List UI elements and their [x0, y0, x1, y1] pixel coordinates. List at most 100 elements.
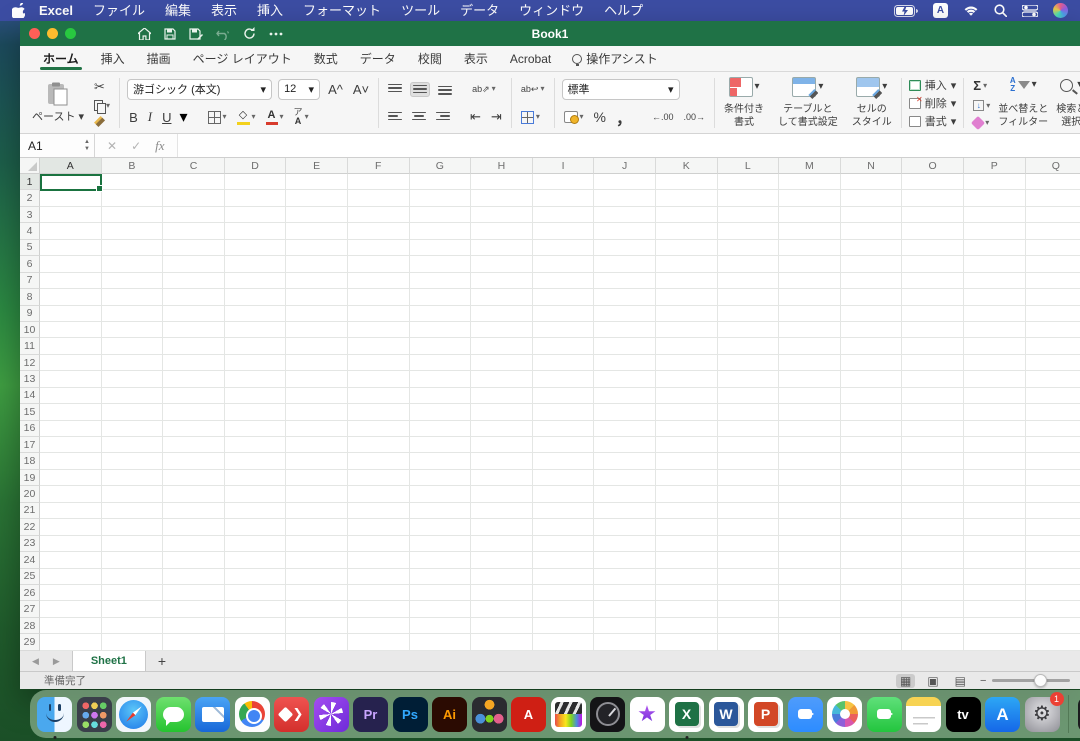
cell-styles-button[interactable]: ▾ セルのスタイル [850, 76, 894, 130]
cell-O4[interactable] [902, 223, 964, 239]
align-top-button[interactable] [386, 83, 404, 96]
cell-L13[interactable] [718, 371, 780, 387]
cell-J7[interactable] [594, 273, 656, 289]
cell-E19[interactable] [286, 470, 348, 486]
cell-M10[interactable] [779, 322, 841, 338]
cell-A13[interactable] [40, 371, 102, 387]
row-header-3[interactable]: 3 [20, 207, 40, 223]
cell-Q27[interactable] [1026, 601, 1080, 617]
cell-M15[interactable] [779, 404, 841, 420]
cell-P27[interactable] [964, 601, 1026, 617]
cell-M17[interactable] [779, 437, 841, 453]
cell-Q13[interactable] [1026, 371, 1080, 387]
cell-Q24[interactable] [1026, 552, 1080, 568]
spotlight-search-icon[interactable] [994, 4, 1007, 17]
cell-F4[interactable] [348, 223, 410, 239]
cell-D5[interactable] [225, 240, 287, 256]
cell-N25[interactable] [841, 569, 903, 585]
cell-D24[interactable] [225, 552, 287, 568]
cell-J18[interactable] [594, 453, 656, 469]
dock-item-photoshop[interactable]: Ps [392, 696, 429, 733]
dock-item-imovie[interactable]: ★ [629, 696, 666, 733]
cell-J9[interactable] [594, 306, 656, 322]
cell-B2[interactable] [102, 190, 164, 206]
cell-J6[interactable] [594, 256, 656, 272]
column-header-F[interactable]: F [348, 158, 410, 174]
cell-H4[interactable] [471, 223, 533, 239]
cell-I12[interactable] [533, 355, 595, 371]
cell-C16[interactable] [163, 421, 225, 437]
cell-O12[interactable] [902, 355, 964, 371]
cell-H21[interactable] [471, 503, 533, 519]
cell-M26[interactable] [779, 585, 841, 601]
cell-K6[interactable] [656, 256, 718, 272]
cell-P6[interactable] [964, 256, 1026, 272]
cell-F5[interactable] [348, 240, 410, 256]
cell-K27[interactable] [656, 601, 718, 617]
cell-J27[interactable] [594, 601, 656, 617]
cell-K19[interactable] [656, 470, 718, 486]
cell-F14[interactable] [348, 388, 410, 404]
cell-K1[interactable] [656, 174, 718, 190]
cell-L15[interactable] [718, 404, 780, 420]
cell-G16[interactable] [410, 421, 472, 437]
cell-P23[interactable] [964, 536, 1026, 552]
cell-G24[interactable] [410, 552, 472, 568]
cell-Q3[interactable] [1026, 207, 1080, 223]
cell-P4[interactable] [964, 223, 1026, 239]
cell-D3[interactable] [225, 207, 287, 223]
ribbon-tab-数式[interactable]: 数式 [303, 46, 349, 71]
cell-P2[interactable] [964, 190, 1026, 206]
cell-J1[interactable] [594, 174, 656, 190]
menu-item-Excel[interactable]: Excel [29, 0, 83, 21]
align-bottom-button[interactable] [436, 83, 454, 96]
format-cells-button[interactable]: 書式▾ [909, 112, 957, 130]
cell-E12[interactable] [286, 355, 348, 371]
cell-I2[interactable] [533, 190, 595, 206]
cell-M23[interactable] [779, 536, 841, 552]
cell-K22[interactable] [656, 519, 718, 535]
input-source-icon[interactable]: A [933, 3, 948, 18]
battery-icon[interactable] [894, 5, 918, 17]
cell-D8[interactable] [225, 289, 287, 305]
cell-M3[interactable] [779, 207, 841, 223]
cell-L19[interactable] [718, 470, 780, 486]
cell-M22[interactable] [779, 519, 841, 535]
cell-K18[interactable] [656, 453, 718, 469]
cell-A21[interactable] [40, 503, 102, 519]
cell-O17[interactable] [902, 437, 964, 453]
cell-J8[interactable] [594, 289, 656, 305]
cell-F1[interactable] [348, 174, 410, 190]
dock-item-terminal[interactable]: >_ [1077, 696, 1080, 733]
ribbon-tab-ホーム[interactable]: ホーム [32, 46, 90, 71]
cell-E21[interactable] [286, 503, 348, 519]
row-header-10[interactable]: 10 [20, 322, 40, 338]
cell-D28[interactable] [225, 618, 287, 634]
row-header-29[interactable]: 29 [20, 634, 40, 650]
cell-A2[interactable] [40, 190, 102, 206]
cell-Q9[interactable] [1026, 306, 1080, 322]
column-header-G[interactable]: G [410, 158, 472, 174]
dock-item-davinci-resolve[interactable] [471, 696, 508, 733]
fill-color-button[interactable]: ◇▾ [235, 109, 258, 126]
zoom-slider[interactable] [992, 679, 1070, 681]
paste-button[interactable]: ペースト ▾ [30, 76, 86, 130]
cell-E23[interactable] [286, 536, 348, 552]
cell-F12[interactable] [348, 355, 410, 371]
cell-B29[interactable] [102, 634, 164, 650]
row-header-14[interactable]: 14 [20, 388, 40, 404]
cell-K5[interactable] [656, 240, 718, 256]
row-header-23[interactable]: 23 [20, 536, 40, 552]
row-header-26[interactable]: 26 [20, 585, 40, 601]
cell-I23[interactable] [533, 536, 595, 552]
cell-M19[interactable] [779, 470, 841, 486]
cell-J24[interactable] [594, 552, 656, 568]
cell-H15[interactable] [471, 404, 533, 420]
cell-C7[interactable] [163, 273, 225, 289]
cell-A10[interactable] [40, 322, 102, 338]
cell-K3[interactable] [656, 207, 718, 223]
cell-F8[interactable] [348, 289, 410, 305]
cell-A16[interactable] [40, 421, 102, 437]
cell-C29[interactable] [163, 634, 225, 650]
cell-Q5[interactable] [1026, 240, 1080, 256]
